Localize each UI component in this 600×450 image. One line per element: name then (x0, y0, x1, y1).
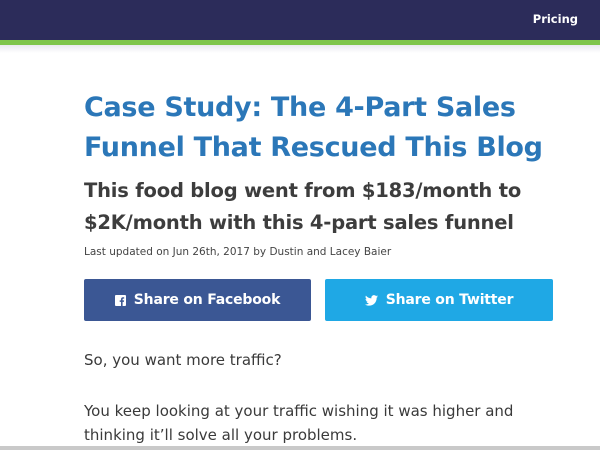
nav-link-pricing[interactable]: Pricing (533, 12, 578, 26)
share-twitter-label: Share on Twitter (385, 292, 514, 308)
facebook-icon (114, 294, 126, 306)
share-facebook-button[interactable]: Share on Facebook (84, 279, 311, 321)
article-paragraph: So, you want more traffic? (84, 351, 282, 369)
twitter-icon (364, 294, 378, 306)
header-shadow (0, 45, 600, 53)
share-facebook-label: Share on Facebook (133, 292, 281, 308)
article-meta: Last updated on Jun 26th, 2017 by Dustin… (84, 246, 392, 258)
top-navigation-bar: Pricing (0, 0, 600, 40)
share-twitter-button[interactable]: Share on Twitter (325, 279, 553, 321)
article-paragraph: You keep looking at your traffic wishing… (84, 402, 514, 444)
window-bottom-edge (0, 446, 600, 450)
article-subtitle: This food blog went from $183/month to $… (84, 179, 522, 234)
article-title: Case Study: The 4-Part Sales Funnel That… (84, 92, 543, 163)
